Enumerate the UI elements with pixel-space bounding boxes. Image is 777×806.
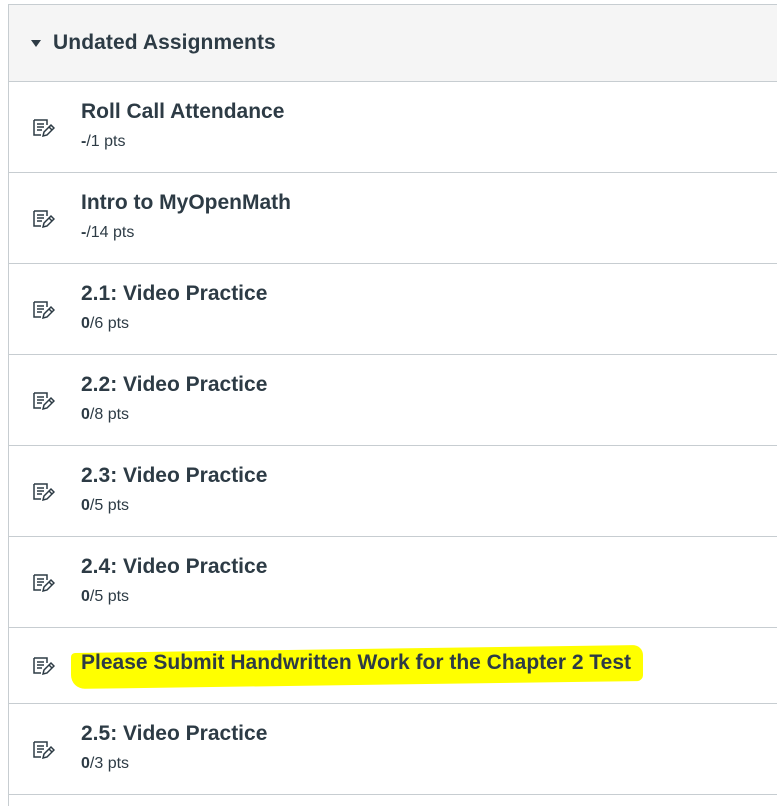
- assignment-total: /1 pts: [86, 133, 126, 150]
- assignment-title[interactable]: Please Submit Handwritten Work for the C…: [81, 651, 631, 675]
- assignment-total: /6 pts: [89, 315, 130, 332]
- assignment-title[interactable]: 2.5: Video Practice: [81, 722, 267, 746]
- assignment-title[interactable]: 2.2: Video Practice: [81, 373, 267, 397]
- assignment-total: /14 pts: [86, 224, 135, 241]
- assignment-title[interactable]: Roll Call Attendance: [81, 100, 284, 124]
- assignment-score: 0: [81, 497, 90, 514]
- assignment-row[interactable]: 2.3: Video Practice 0/5 pts: [9, 446, 777, 537]
- assignment-total: /8 pts: [89, 406, 130, 423]
- assignment-icon: [31, 207, 55, 231]
- group-header-undated-assignments[interactable]: Undated Assignments: [9, 5, 777, 82]
- assignment-row[interactable]: Roll Call Attendance -/1 pts: [9, 82, 777, 173]
- assignment-icon: [31, 389, 55, 413]
- caret-down-icon[interactable]: [31, 40, 41, 47]
- assignment-icon: [31, 571, 55, 595]
- assignment-icon: [31, 654, 55, 678]
- assignment-title[interactable]: 2.3: Video Practice: [81, 464, 267, 488]
- assignment-row[interactable]: Intro to MyOpenMath -/14 pts: [9, 173, 777, 264]
- assignment-title[interactable]: Intro to MyOpenMath: [81, 191, 291, 215]
- assignment-points: 0/5 pts: [81, 588, 129, 606]
- assignment-score: 0: [81, 755, 90, 772]
- assignment-score: 0: [81, 406, 90, 423]
- assignment-row[interactable]: 2.2: Video Practice 0/8 pts: [9, 355, 777, 446]
- assignment-icon: [31, 480, 55, 504]
- assignment-icon: [31, 738, 55, 762]
- assignment-score: 0: [81, 315, 90, 332]
- assignment-title[interactable]: 2.4: Video Practice: [81, 555, 267, 579]
- assignment-row[interactable]: Please Submit Handwritten Work for the C…: [9, 628, 777, 704]
- assignment-icon: [31, 116, 55, 140]
- assignment-total: /5 pts: [89, 588, 130, 605]
- assignment-icon: [31, 298, 55, 322]
- assignment-title[interactable]: 2.1: Video Practice: [81, 282, 267, 306]
- assignment-total: /3 pts: [89, 755, 130, 772]
- assignment-points: 0/8 pts: [81, 406, 129, 424]
- assignment-row[interactable]: 2.1: Video Practice 0/6 pts: [9, 264, 777, 355]
- assignment-score: 0: [81, 588, 90, 605]
- assignment-row[interactable]: 2.4: Video Practice 0/5 pts: [9, 537, 777, 628]
- assignment-points: 0/3 pts: [81, 755, 129, 773]
- assignment-points: -/14 pts: [81, 224, 134, 242]
- assignment-row[interactable]: 2.5: Video Practice 0/3 pts: [9, 704, 777, 795]
- assignment-points: -/1 pts: [81, 133, 125, 151]
- assignment-total: /5 pts: [89, 497, 130, 514]
- assignment-points: 0/5 pts: [81, 497, 129, 515]
- assignment-group-panel: Undated Assignments Roll Call Attendance…: [8, 4, 777, 806]
- group-title: Undated Assignments: [53, 31, 276, 54]
- assignment-points: 0/6 pts: [81, 315, 129, 333]
